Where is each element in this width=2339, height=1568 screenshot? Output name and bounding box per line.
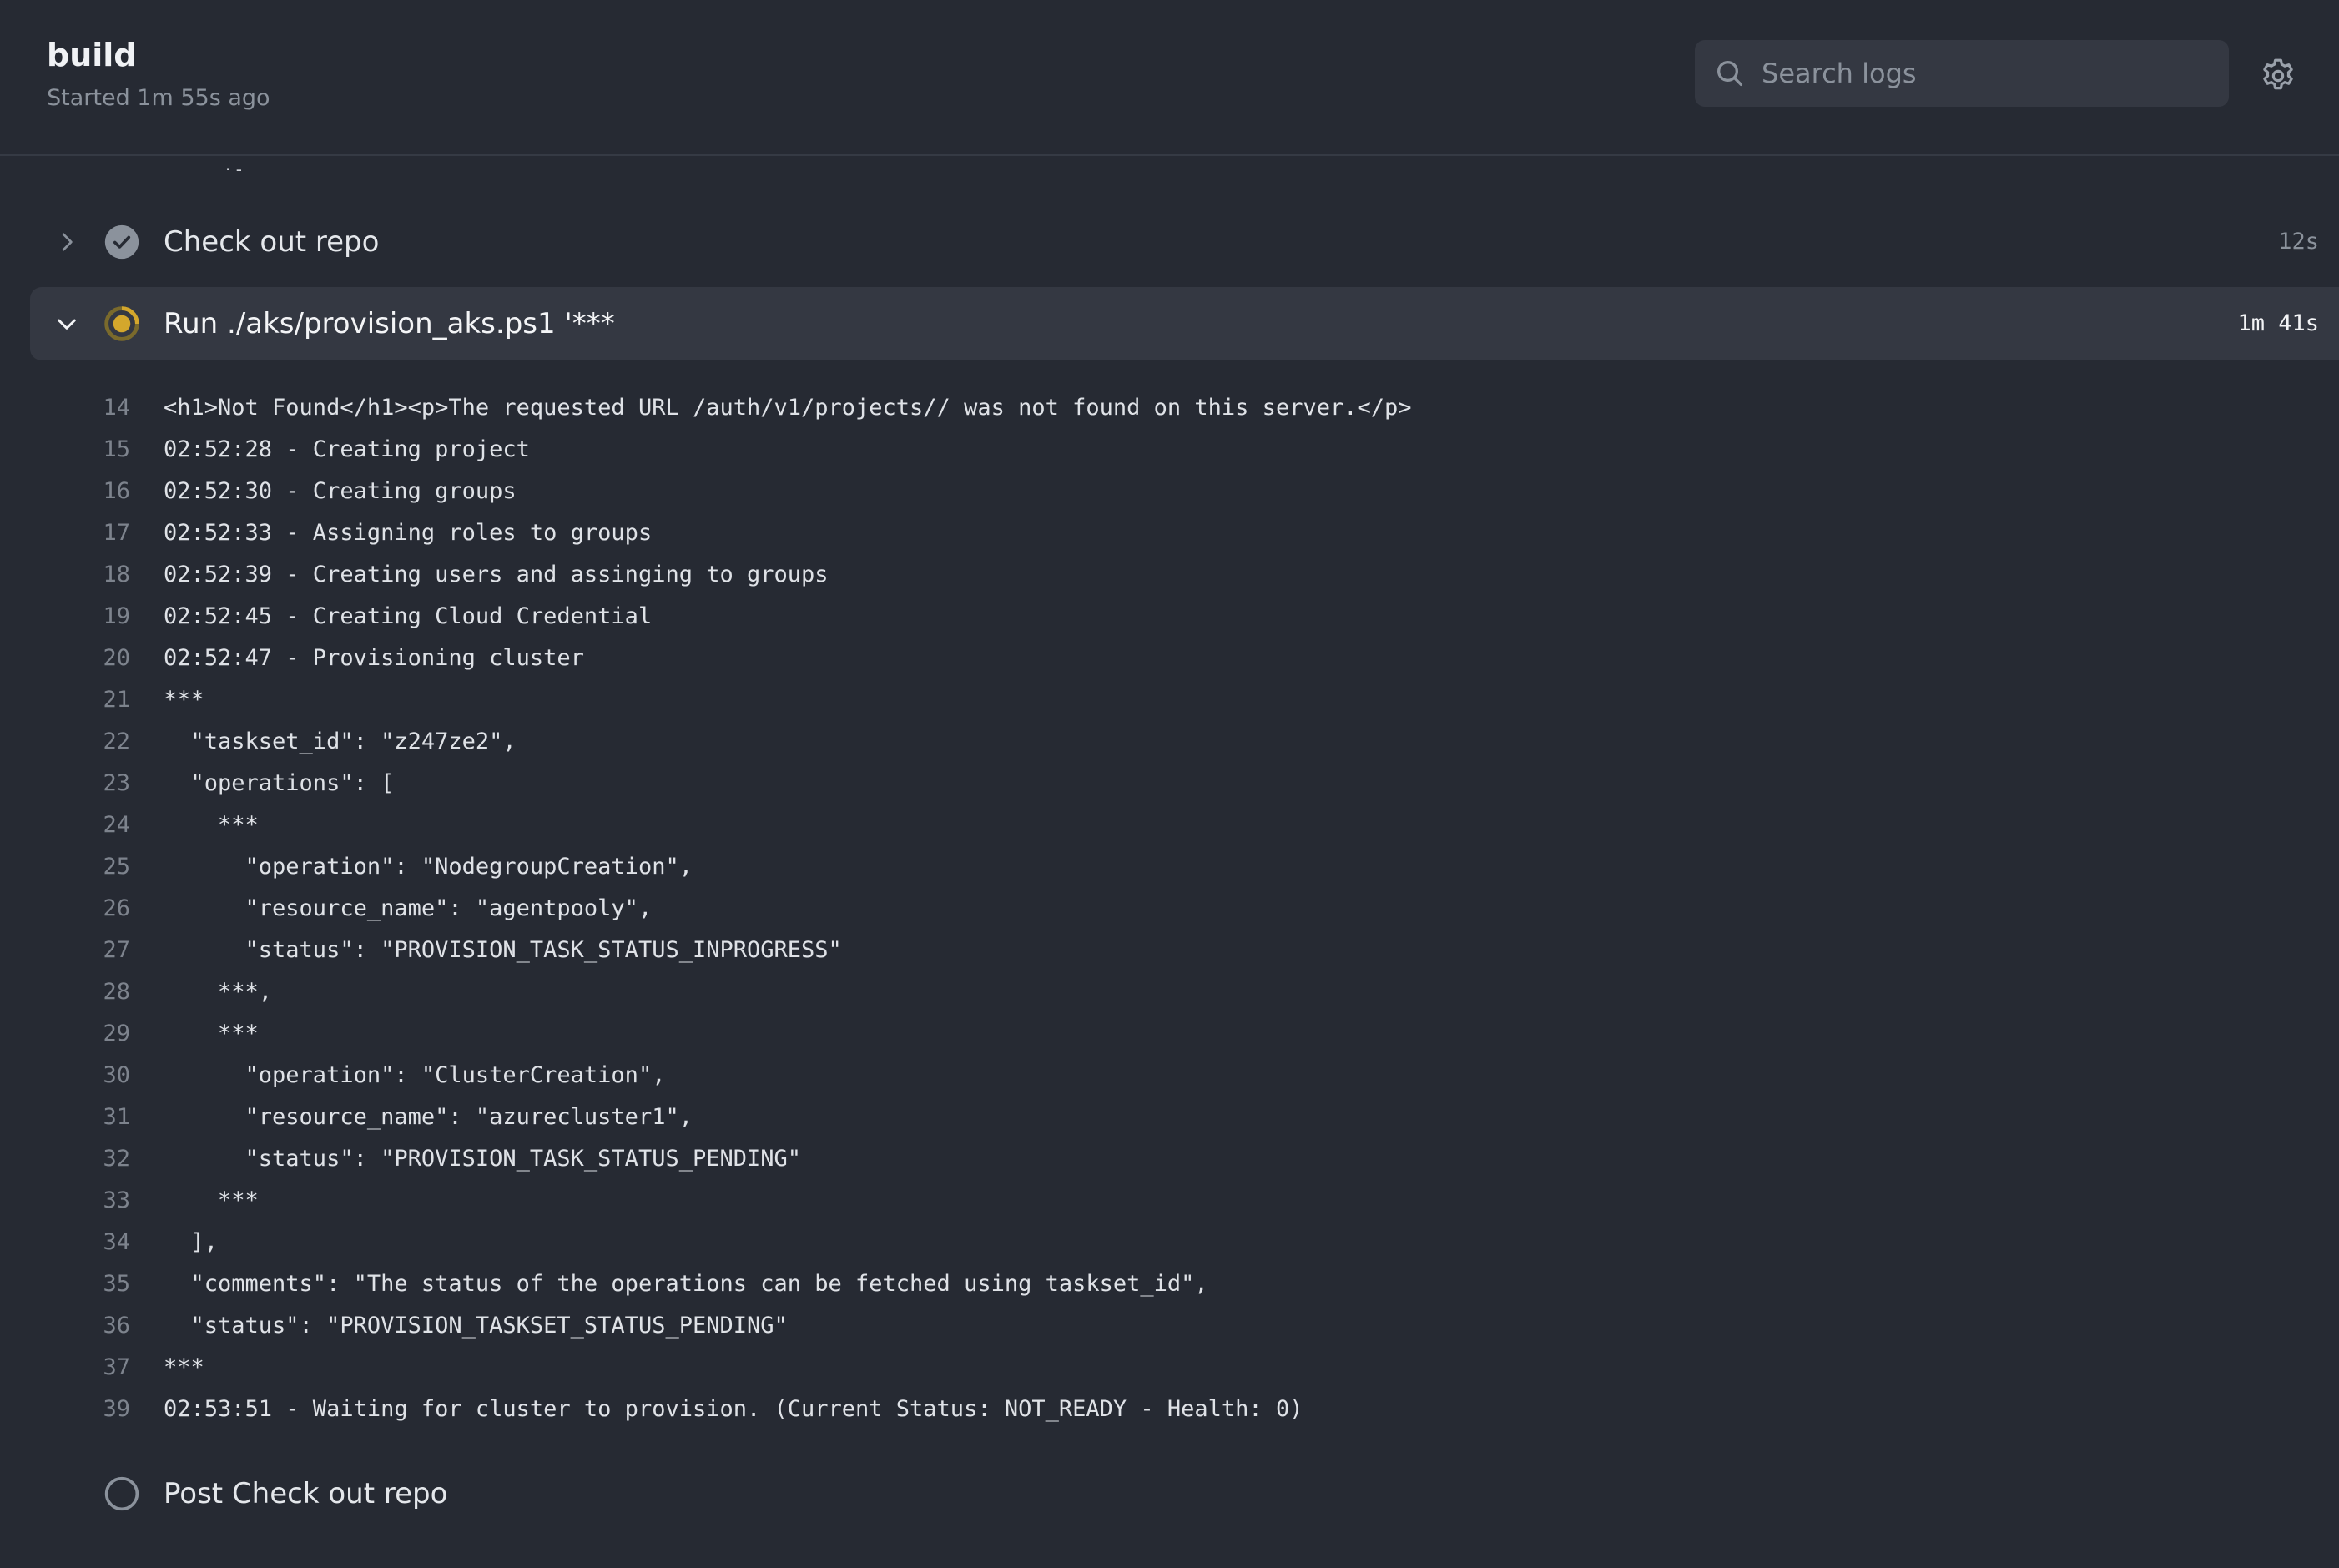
step-name: Check out repo — [164, 225, 380, 259]
step-name: Post Check out repo — [164, 1477, 448, 1510]
clipped-previous-text: · - — [225, 164, 242, 175]
log-line-number[interactable]: 35 — [0, 1263, 130, 1305]
log-line-number[interactable]: 27 — [0, 930, 130, 971]
log-line: 31 "resource_name": "azurecluster1", — [0, 1097, 2339, 1138]
log-line-text: "operation": "ClusterCreation", — [164, 1062, 666, 1088]
log-line-text: ***, — [164, 979, 273, 1005]
log-line: 22 "taskset_id": "z247ze2", — [0, 721, 2339, 763]
log-line-number[interactable]: 23 — [0, 763, 130, 804]
step-run-provision-aks[interactable]: Run ./aks/provision_aks.ps1 '*** 1m 41s — [30, 287, 2339, 360]
log-line-number[interactable]: 16 — [0, 471, 130, 512]
log-line-text: *** — [164, 1354, 204, 1380]
step-duration: 12s — [2278, 229, 2319, 255]
log-line-text: "operations": [ — [164, 770, 395, 796]
log-line: 25 "operation": "NodegroupCreation", — [0, 846, 2339, 888]
log-line: 37 *** — [0, 1347, 2339, 1389]
log-line: 33 *** — [0, 1180, 2339, 1222]
log-line-number[interactable]: 28 — [0, 971, 130, 1013]
search-logs-input[interactable] — [1762, 40, 2212, 107]
log-line: 24 *** — [0, 804, 2339, 846]
log-line-number[interactable]: 39 — [0, 1389, 130, 1430]
log-line-text: "resource_name": "agentpooly", — [164, 895, 653, 921]
search-icon — [1717, 61, 1742, 87]
log-line-number[interactable]: 22 — [0, 721, 130, 763]
log-line-number[interactable]: 15 — [0, 429, 130, 471]
job-started-time: Started 1m 55s ago — [47, 85, 270, 111]
log-line: 32 "status": "PROVISION_TASK_STATUS_PEND… — [0, 1138, 2339, 1180]
log-line-text: 02:52:28 - Creating project — [164, 436, 530, 462]
log-line: 23 "operations": [ — [0, 763, 2339, 804]
log-line-text: "taskset_id": "z247ze2", — [164, 729, 517, 754]
log-line-text: ], — [164, 1229, 219, 1255]
log-line-number[interactable]: 20 — [0, 638, 130, 679]
log-line: 30 "operation": "ClusterCreation", — [0, 1055, 2339, 1097]
log-line: 28 ***, — [0, 971, 2339, 1013]
log-line: 16 02:52:30 - Creating groups — [0, 471, 2339, 512]
pending-circle-icon — [104, 1476, 139, 1511]
log-line: 18 02:52:39 - Creating users and assingin… — [0, 554, 2339, 596]
log-line: 36 "status": "PROVISION_TASKSET_STATUS_P… — [0, 1305, 2339, 1347]
log-line-number[interactable]: 17 — [0, 512, 130, 554]
log-line-text: 02:52:30 - Creating groups — [164, 478, 517, 504]
log-line-text: *** — [164, 1021, 259, 1046]
log-line: 17 02:52:33 - Assigning roles to groups — [0, 512, 2339, 554]
log-line-number[interactable]: 37 — [0, 1347, 130, 1389]
log-line-number[interactable]: 21 — [0, 679, 130, 721]
log-line-text: 02:52:33 - Assigning roles to groups — [164, 520, 653, 546]
log-line: 26 "resource_name": "agentpooly", — [0, 888, 2339, 930]
log-line-number[interactable]: 33 — [0, 1180, 130, 1222]
log-line-text: "status": "PROVISION_TASK_STATUS_INPROGR… — [164, 937, 842, 963]
log-line: 39 02:53:51 - Waiting for cluster to prov… — [0, 1389, 2339, 1430]
log-line-text: 02:52:45 - Creating Cloud Credential — [164, 603, 653, 629]
log-line-number[interactable]: 14 — [0, 387, 130, 429]
log-line-number[interactable]: 30 — [0, 1055, 130, 1097]
log-line-text: "comments": "The status of the operation… — [164, 1271, 1208, 1297]
log-line: 34 ], — [0, 1222, 2339, 1263]
step-check-out-repo[interactable]: Check out repo 12s — [30, 205, 2339, 279]
log-line: 29 *** — [0, 1013, 2339, 1055]
check-circle-icon — [104, 224, 139, 260]
log-line-number[interactable]: 25 — [0, 846, 130, 888]
log-line-number[interactable]: 31 — [0, 1097, 130, 1138]
log-line-number[interactable]: 29 — [0, 1013, 130, 1055]
log-line: 20 02:52:47 - Provisioning cluster — [0, 638, 2339, 679]
log-line-number[interactable]: 24 — [0, 804, 130, 846]
log-line: 19 02:52:45 - Creating Cloud Credential — [0, 596, 2339, 638]
log-line-number[interactable]: 26 — [0, 888, 130, 930]
log-line-text: *** — [164, 687, 204, 713]
gear-icon[interactable] — [2258, 56, 2298, 96]
log-line-number[interactable]: 32 — [0, 1138, 130, 1180]
log-line-number[interactable]: 18 — [0, 554, 130, 596]
log-line-text: "status": "PROVISION_TASKSET_STATUS_PEND… — [164, 1313, 788, 1339]
chevron-right-icon — [62, 233, 73, 251]
log-line-text: 02:52:47 - Provisioning cluster — [164, 645, 584, 671]
log-line-text: *** — [164, 1187, 259, 1213]
in-progress-icon — [104, 306, 139, 341]
log-line: 35 "comments": "The status of the operat… — [0, 1263, 2339, 1305]
log-line-number[interactable]: 19 — [0, 596, 130, 638]
step-post-check-out-repo[interactable]: Post Check out repo — [30, 1457, 2339, 1530]
log-line-text: "resource_name": "azurecluster1", — [164, 1104, 693, 1130]
job-title: build — [47, 37, 137, 73]
log-line-text: *** — [164, 812, 259, 838]
log-line-number[interactable]: 36 — [0, 1305, 130, 1347]
search-logs-box[interactable] — [1695, 40, 2229, 107]
log-line-text: <h1>Not Found</h1><p>The requested URL /… — [164, 395, 1412, 421]
log-output: 14 <h1>Not Found</h1><p>The requested URL… — [0, 387, 2339, 1430]
job-header: build Started 1m 55s ago — [0, 0, 2339, 156]
step-name: Run ./aks/provision_aks.ps1 '*** — [164, 307, 615, 340]
log-line: 14 <h1>Not Found</h1><p>The requested URL… — [0, 387, 2339, 429]
log-line-text: "operation": "NodegroupCreation", — [164, 854, 693, 880]
log-line-number[interactable]: 34 — [0, 1222, 130, 1263]
log-line-text: 02:52:39 - Creating users and assinging … — [164, 562, 829, 587]
log-line-text: "status": "PROVISION_TASK_STATUS_PENDING… — [164, 1146, 802, 1172]
log-line: 21 *** — [0, 679, 2339, 721]
log-line-text: 02:53:51 - Waiting for cluster to provis… — [164, 1396, 1303, 1422]
chevron-down-icon — [58, 319, 76, 330]
step-duration: 1m 41s — [2237, 310, 2319, 336]
log-line: 15 02:52:28 - Creating project — [0, 429, 2339, 471]
log-line: 27 "status": "PROVISION_TASK_STATUS_INPR… — [0, 930, 2339, 971]
